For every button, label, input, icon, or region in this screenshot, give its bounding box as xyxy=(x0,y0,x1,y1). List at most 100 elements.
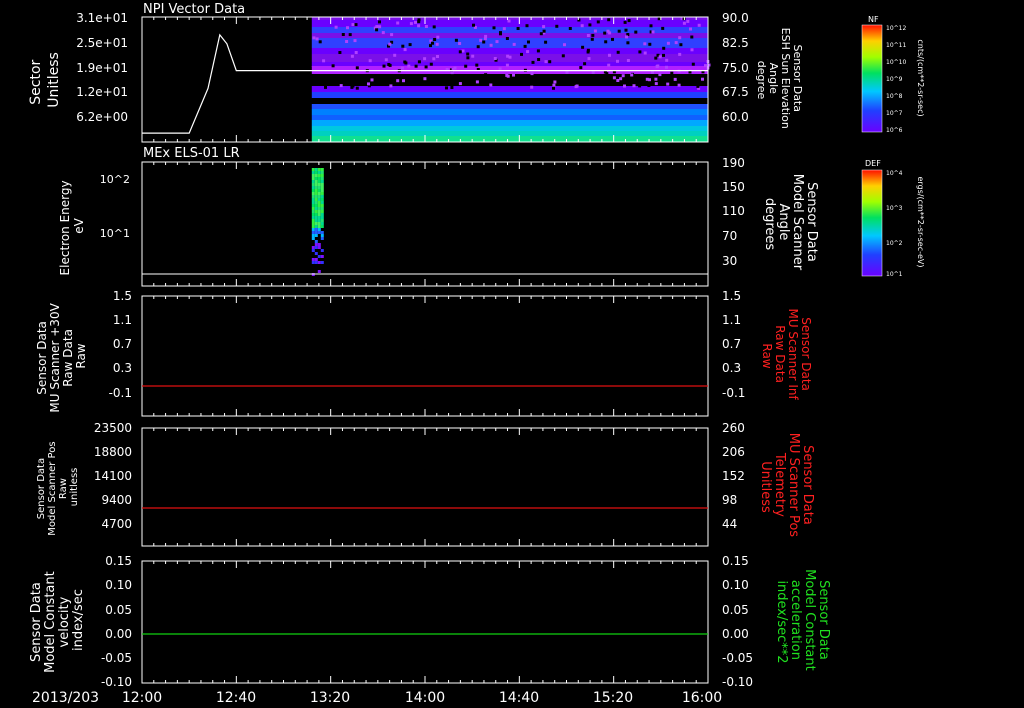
y2-tick-label: 206 xyxy=(722,445,745,459)
spectrogram-cell xyxy=(315,201,318,204)
spectrogram-cell xyxy=(396,79,399,82)
spectrogram-cell xyxy=(476,80,479,83)
spectrogram-cell xyxy=(623,85,626,88)
spectrogram-cell xyxy=(315,231,318,234)
spectrogram-cell xyxy=(594,30,597,33)
spectrogram-cell xyxy=(670,72,673,75)
spectrogram-cell xyxy=(436,55,439,58)
spectrogram-cell xyxy=(318,171,321,174)
spectrogram-cell xyxy=(312,216,315,219)
colorbar-2-gradient xyxy=(862,170,882,276)
spectrogram-cell xyxy=(507,75,510,78)
spectrogram-cell xyxy=(389,84,392,87)
spectrogram-cell xyxy=(321,201,324,204)
y2-tick-label: 98 xyxy=(722,493,737,507)
spectrogram-cell xyxy=(315,168,318,171)
spectrogram-cell xyxy=(312,177,315,180)
spectrogram-cell xyxy=(625,82,628,85)
spectrogram-band xyxy=(312,120,708,126)
y-tick-label: 0.15 xyxy=(105,554,132,568)
spectrogram-cell xyxy=(318,186,321,189)
spectrogram-cell xyxy=(315,243,318,246)
y-tick-label: 0.7 xyxy=(113,337,132,351)
spectrogram-cell xyxy=(458,42,461,45)
spectrogram-cell xyxy=(543,30,546,33)
spectrogram-cell xyxy=(312,258,315,261)
spectrogram-cell xyxy=(630,74,633,77)
panel-model-constant: 0.15 0.10 0.05 0.00 -0.05 -0.10 0.15 0.1… xyxy=(29,554,831,689)
spectrogram-cell xyxy=(318,201,321,204)
panel-5-y2label: Sensor Data Model Constant acceleration … xyxy=(774,569,831,675)
spectrogram-cell xyxy=(315,183,318,186)
spectrogram-cell xyxy=(355,23,358,26)
spectrogram-cell xyxy=(625,29,628,32)
spectrogram-cell xyxy=(315,198,318,201)
spectrogram-cell xyxy=(369,59,372,62)
panel-5-right-ticks: 0.15 0.10 0.05 0.00 -0.05 -0.10 xyxy=(722,554,753,689)
spectrogram-cell xyxy=(628,19,631,22)
spectrogram-cell xyxy=(321,180,324,183)
spectrogram-cell xyxy=(633,84,636,87)
spectrogram-cell xyxy=(531,72,534,75)
colorbar-def: DEF 10^4 10^3 10^2 10^1 ergs/(cm**2-sr-s… xyxy=(862,159,925,278)
spectrogram-cell xyxy=(356,66,359,69)
spectrogram-cell xyxy=(466,56,469,59)
spectrogram-cell xyxy=(648,78,651,81)
panel-mex-els: MEx ELS-01 LR 10^2 10^1 190 150 110 70 3… xyxy=(58,146,819,286)
spectrogram-cell xyxy=(466,53,469,56)
spectrogram-cell xyxy=(509,56,512,59)
colorbar-2-title: DEF xyxy=(865,159,881,168)
spectrogram-cell xyxy=(662,54,665,57)
spectrogram-cell xyxy=(315,228,318,231)
spectrogram-cell xyxy=(484,73,487,76)
spectrogram-cell xyxy=(315,216,318,219)
spectrogram-cell xyxy=(524,45,527,48)
spectrogram-cell xyxy=(587,49,590,52)
spectrogram-cell xyxy=(654,57,657,60)
spectrogram-cell xyxy=(312,192,315,195)
spectrogram-cell xyxy=(613,76,616,79)
y2-tick-label: -0.1 xyxy=(722,386,745,400)
spectrogram-cell xyxy=(312,168,315,171)
spectrogram-cell xyxy=(581,46,584,49)
panel-3-left-ticks: 1.5 1.1 0.7 0.3 -0.1 xyxy=(109,289,132,400)
spectrogram-cell xyxy=(433,38,436,41)
spectrogram-cell xyxy=(425,65,428,68)
panel-4-frame xyxy=(142,428,708,546)
spectrogram-cell xyxy=(655,82,658,85)
spectrogram-cell xyxy=(315,210,318,213)
spectrogram-cell xyxy=(647,84,650,87)
y-tick-label: 1.1 xyxy=(113,313,132,327)
colorbar-tick: 10^9 xyxy=(886,76,903,83)
spectrogram-cell xyxy=(318,216,321,219)
spectrogram-cell xyxy=(471,55,474,58)
spectrogram-cell xyxy=(661,27,664,30)
spectrogram-cell xyxy=(410,22,413,25)
y-tick-label: 2.5e+01 xyxy=(76,36,128,50)
y2-tick-label: 0.05 xyxy=(722,603,749,617)
y-tick-label: 0.3 xyxy=(113,361,132,375)
spectrogram-cell xyxy=(696,85,699,88)
spectrogram-cell xyxy=(667,42,670,45)
x-tick-label: 12:40 xyxy=(216,690,256,706)
spectrogram-cell xyxy=(387,63,390,66)
spectrogram-cell xyxy=(523,74,526,77)
y-tick-label: 18800 xyxy=(94,445,132,459)
colorbar-tick: 10^10 xyxy=(886,59,906,66)
spectrogram-band xyxy=(312,104,708,109)
colorbar-tick: 10^11 xyxy=(886,42,906,49)
spectrogram-cell xyxy=(588,23,591,26)
spectrogram-cell xyxy=(701,78,704,81)
spectrogram-cell xyxy=(433,25,436,28)
spectrogram-cell xyxy=(482,41,485,44)
y2-tick-label: 0.00 xyxy=(722,627,749,641)
spectrogram-cell xyxy=(404,48,407,51)
spectrogram-cell xyxy=(312,195,315,198)
y2-tick-label: 0.10 xyxy=(722,578,749,592)
y-tick-label: 1.9e+01 xyxy=(76,61,128,75)
y-tick-label: 0.00 xyxy=(105,627,132,641)
spectrogram-cell xyxy=(563,43,566,46)
spectrogram-cell xyxy=(315,225,318,228)
spectrogram-cell xyxy=(321,234,324,237)
spectrogram-cell xyxy=(390,33,393,36)
